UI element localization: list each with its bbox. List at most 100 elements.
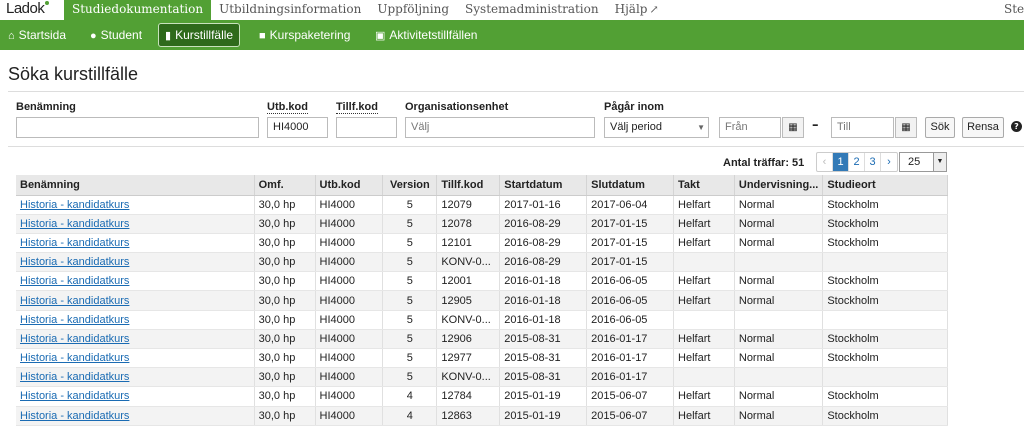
table-row[interactable]: Historia - kandidatkurs 30,0 hp HI4000 5 120… <box>16 195 948 215</box>
table-row[interactable]: Historia - kandidatkurs 30,0 hp HI4000 5 KON… <box>16 310 948 330</box>
subnav-label: Student <box>100 28 143 42</box>
top-nav-studiedokumentation[interactable]: Studiedokumentation <box>64 0 212 20</box>
subnav-student[interactable]: ● Student <box>84 23 148 47</box>
course-link[interactable]: Historia - kandidatkurs <box>20 237 129 249</box>
subnav-label: Kurstillfälle <box>175 28 234 42</box>
column-header-omf[interactable]: Omf. <box>254 175 316 196</box>
tillfkod-input[interactable] <box>336 117 397 138</box>
column-header-utbkod[interactable]: Utb.kod <box>315 175 384 196</box>
course-link[interactable]: Historia - kandidatkurs <box>20 218 129 230</box>
cell-tillfkod: 12079 <box>436 195 501 215</box>
column-header-slutdatum[interactable]: Slutdatum <box>586 175 675 196</box>
course-link[interactable]: Historia - kandidatkurs <box>20 275 129 287</box>
utbkod-input[interactable]: HI4000 <box>267 117 328 138</box>
course-link[interactable]: Historia - kandidatkurs <box>20 352 129 364</box>
pagination-page-2[interactable]: 2 <box>849 153 865 171</box>
cell-utbkod: HI4000 <box>315 290 384 311</box>
table-row[interactable]: Historia - kandidatkurs 30,0 hp HI4000 4 128… <box>16 406 948 426</box>
benamning-input[interactable] <box>16 117 259 138</box>
course-link[interactable]: Historia - kandidatkurs <box>20 314 129 326</box>
utbkod-label: Utb.kod <box>267 101 308 114</box>
column-header-studieort[interactable]: Studieort <box>822 175 948 196</box>
cell-benamning: Historia - kandidatkurs <box>16 310 255 330</box>
user-icon: ● <box>90 30 97 42</box>
cell-omf: 30,0 hp <box>254 195 316 215</box>
top-nav-hjalp[interactable]: Hjälp ↗ <box>607 0 667 20</box>
cell-slutdatum: 2016-01-17 <box>586 348 675 369</box>
table-row[interactable]: Historia - kandidatkurs 30,0 hp HI4000 5 120… <box>16 271 948 292</box>
cell-version: 4 <box>382 406 438 426</box>
cell-omf: 30,0 hp <box>254 348 316 369</box>
calendar-icon[interactable]: ▦ <box>782 117 804 138</box>
column-header-tillfkod[interactable]: Tillf.kod <box>436 175 501 196</box>
table-row[interactable]: Historia - kandidatkurs 30,0 hp HI4000 5 129… <box>16 329 948 350</box>
top-nav-utbildningsinformation[interactable]: Utbildningsinformation <box>211 0 369 20</box>
column-header-startdatum[interactable]: Startdatum <box>499 175 588 196</box>
column-header-benamning[interactable]: Benämning <box>16 175 255 196</box>
subnav-label: Startsida <box>18 28 67 42</box>
search-button[interactable]: Sök <box>925 117 955 138</box>
page-size-select[interactable]: 25 ▼ <box>899 152 947 172</box>
subnav-kurstillfalle[interactable]: ▮ Kurstillfälle <box>158 23 241 47</box>
cell-version: 4 <box>382 386 438 407</box>
fran-date-input[interactable]: Från <box>719 117 781 138</box>
cell-omf: 30,0 hp <box>254 367 316 388</box>
pagar-inom-select[interactable]: Välj period ▼ <box>604 117 709 138</box>
pagination-prev[interactable]: ‹ <box>817 153 833 171</box>
course-link[interactable]: Historia - kandidatkurs <box>20 390 129 402</box>
course-link[interactable]: Historia - kandidatkurs <box>20 256 129 268</box>
cell-startdatum: 2016-01-18 <box>499 310 588 330</box>
cell-omf: 30,0 hp <box>254 252 316 273</box>
table-row[interactable]: Historia - kandidatkurs 30,0 hp HI4000 5 KON… <box>16 252 948 273</box>
course-link[interactable]: Historia - kandidatkurs <box>20 333 129 345</box>
top-nav-uppfoljning[interactable]: Uppföljning <box>369 0 457 20</box>
cell-benamning: Historia - kandidatkurs <box>16 290 255 311</box>
clear-button[interactable]: Rensa <box>962 117 1004 138</box>
cell-slutdatum: 2017-01-15 <box>586 233 675 254</box>
course-link[interactable]: Historia - kandidatkurs <box>20 295 129 307</box>
pagination-next[interactable]: › <box>881 153 897 171</box>
column-header-undervisning[interactable]: Undervisning... <box>734 175 824 196</box>
course-link[interactable]: Historia - kandidatkurs <box>20 371 129 383</box>
cell-utbkod: HI4000 <box>315 214 384 234</box>
cell-studieort: Stockholm <box>822 195 948 215</box>
cell-startdatum: 2015-08-31 <box>499 329 588 350</box>
subnav-kurspaketering[interactable]: ■ Kurspaketering <box>253 23 356 47</box>
pagination-page-1[interactable]: 1 <box>833 153 849 171</box>
cell-benamning: Historia - kandidatkurs <box>16 367 255 388</box>
cell-startdatum: 2016-01-18 <box>499 271 588 292</box>
table-row[interactable]: Historia - kandidatkurs 30,0 hp HI4000 5 129… <box>16 348 948 369</box>
cell-tillfkod: KONV-0... <box>436 310 501 330</box>
table-row[interactable]: Historia - kandidatkurs 30,0 hp HI4000 5 120… <box>16 214 948 234</box>
till-date-input[interactable]: Till <box>831 117 894 138</box>
calendar-icon[interactable]: ▦ <box>895 117 917 138</box>
cell-tillfkod: 12905 <box>436 290 501 311</box>
cell-studieort: Stockholm <box>822 271 948 292</box>
table-row[interactable]: Historia - kandidatkurs 30,0 hp HI4000 5 129… <box>16 290 948 311</box>
column-header-takt[interactable]: Takt <box>673 175 735 196</box>
cell-undervisning <box>734 310 824 330</box>
pagination-page-3[interactable]: 3 <box>865 153 881 171</box>
table-row[interactable]: Historia - kandidatkurs 30,0 hp HI4000 5 121… <box>16 233 948 254</box>
subnav-aktivitetstillfallen[interactable]: ▣ Aktivitetstillfällen <box>369 23 483 47</box>
cell-utbkod: HI4000 <box>315 271 384 292</box>
table-row[interactable]: Historia - kandidatkurs 30,0 hp HI4000 5 KON… <box>16 367 948 388</box>
cell-studieort: Stockholm <box>822 233 948 254</box>
user-menu[interactable]: Ste <box>1004 0 1024 18</box>
ladok-logo[interactable]: Ladok <box>6 0 50 20</box>
organisationsenhet-input[interactable]: Välj <box>405 117 595 138</box>
cell-benamning: Historia - kandidatkurs <box>16 329 255 350</box>
subnav-startsida[interactable]: ⌂ Startsida <box>2 23 72 47</box>
folder-icon: ■ <box>259 30 266 42</box>
course-link[interactable]: Historia - kandidatkurs <box>20 410 129 422</box>
divider <box>8 146 1024 147</box>
cell-takt: Helfart <box>673 290 735 311</box>
cell-omf: 30,0 hp <box>254 386 316 407</box>
help-icon[interactable]: ? <box>1011 121 1022 132</box>
top-nav-systemadministration[interactable]: Systemadministration <box>457 0 607 20</box>
table-row[interactable]: Historia - kandidatkurs 30,0 hp HI4000 4 127… <box>16 386 948 407</box>
column-header-version[interactable]: Version <box>382 175 438 196</box>
course-link[interactable]: Historia - kandidatkurs <box>20 199 129 211</box>
cell-utbkod: HI4000 <box>315 367 384 388</box>
hjalp-label: Hjälp <box>614 2 648 16</box>
